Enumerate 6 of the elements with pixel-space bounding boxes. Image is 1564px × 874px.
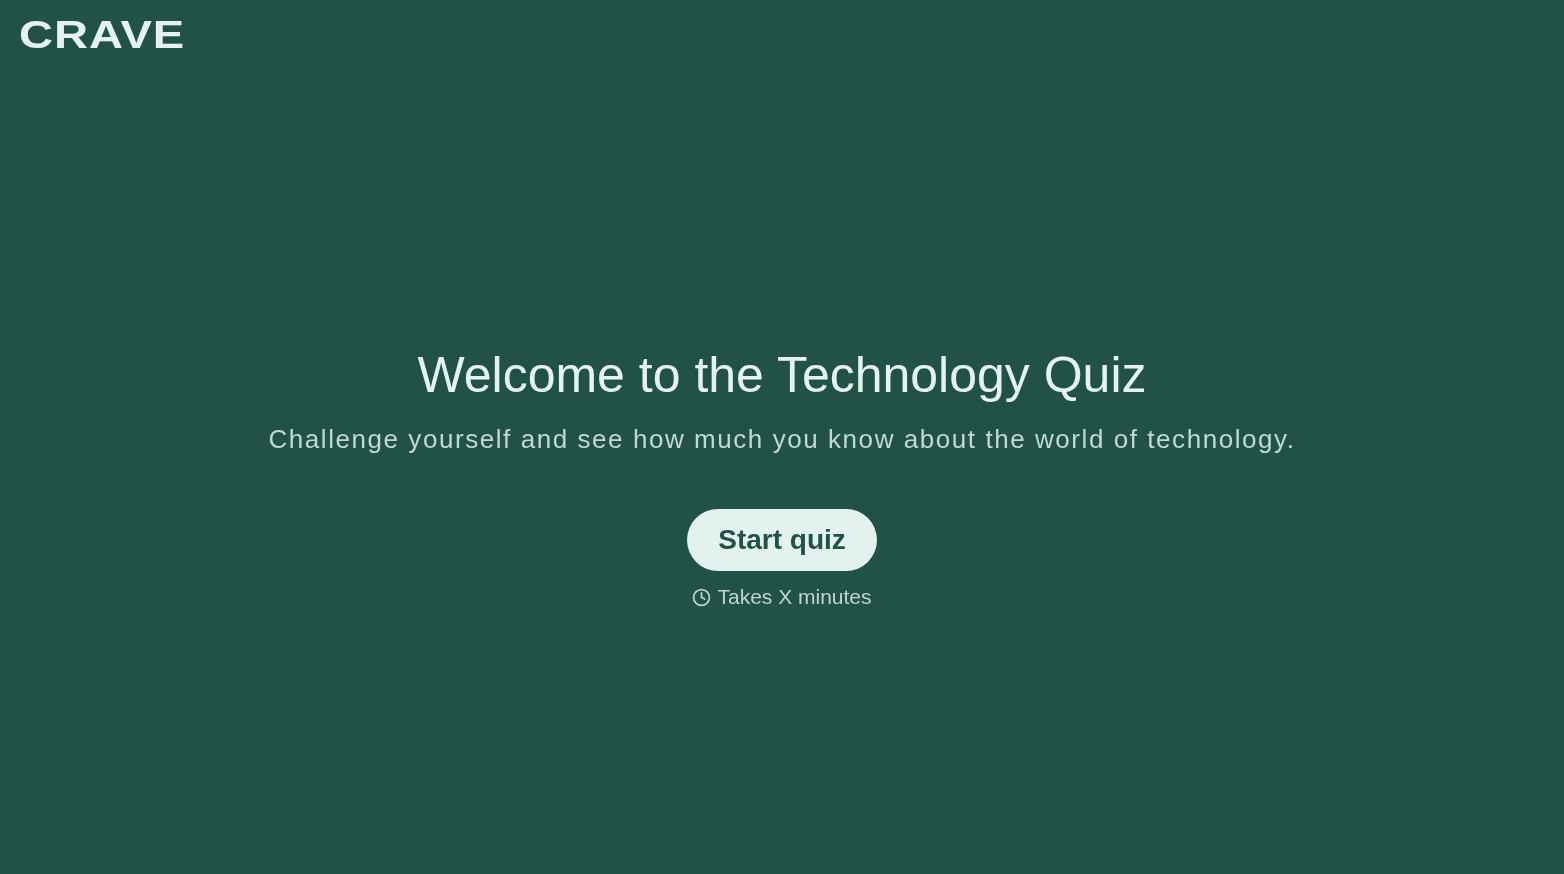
brand-logo: CRAVE [19,16,186,54]
quiz-title: Welcome to the Technology Quiz [417,346,1147,405]
quiz-description: Challenge yourself and see how much you know about the world of technology. [268,423,1296,455]
clock-icon [692,587,712,607]
start-quiz-button[interactable]: Start quiz [687,509,877,571]
duration-text: Takes X minutes [717,584,872,610]
